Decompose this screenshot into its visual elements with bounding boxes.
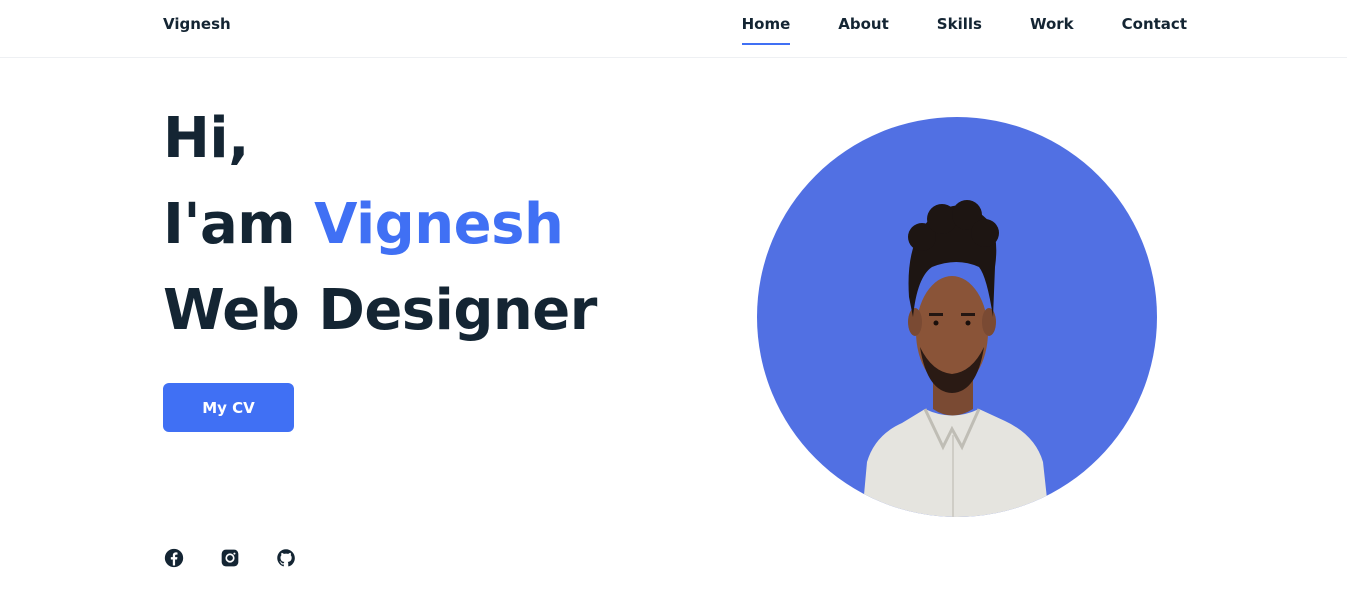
main-nav: Home About Skills Work Contact (741, 15, 1187, 45)
nav-about[interactable]: About (838, 15, 889, 45)
nav-skills[interactable]: Skills (937, 15, 982, 45)
hero-role: Web Designer (163, 278, 597, 343)
hero-greeting: Hi, (163, 106, 249, 171)
nav-home[interactable]: Home (741, 15, 790, 45)
instagram-icon[interactable] (219, 547, 241, 569)
hero-heading: Hi, I'am Vignesh Web Designer (163, 96, 597, 354)
site-logo[interactable]: Vignesh (163, 15, 231, 33)
github-icon[interactable] (275, 547, 297, 569)
profile-photo (757, 117, 1157, 517)
hero-name: Vignesh (314, 192, 564, 257)
hero-intro-prefix: I'am (163, 192, 315, 257)
social-links (163, 547, 331, 569)
my-cv-button[interactable]: My CV (163, 383, 294, 432)
facebook-icon[interactable] (163, 547, 185, 569)
site-header: Vignesh Home About Skills Work Contact (0, 0, 1347, 58)
hero-intro: I'am Vignesh (163, 182, 597, 268)
nav-work[interactable]: Work (1030, 15, 1074, 45)
nav-contact[interactable]: Contact (1122, 15, 1187, 45)
